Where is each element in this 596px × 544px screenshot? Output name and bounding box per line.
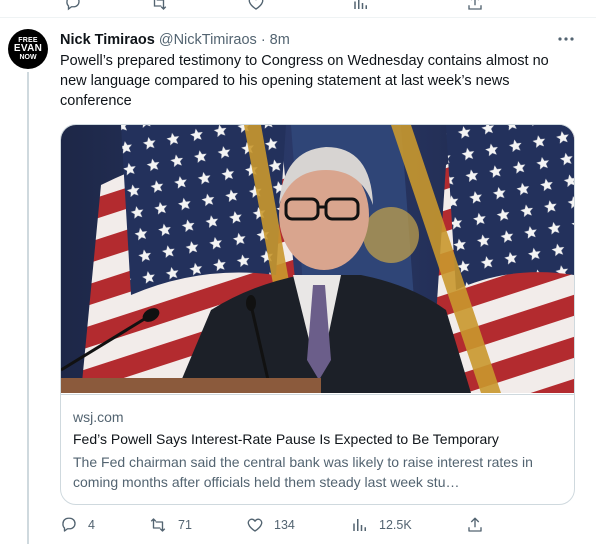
- like-icon: [247, 518, 263, 532]
- share-icon: [468, 517, 482, 532]
- card-meta[interactable]: wsj.com Fed’s Powell Says Interest-Rate …: [61, 394, 574, 504]
- reply-icon: [62, 517, 76, 532]
- previous-views-icon[interactable]: [352, 0, 370, 12]
- previous-retweet-icon[interactable]: [150, 0, 168, 12]
- card-description: The Fed chairman said the central bank w…: [73, 454, 533, 490]
- card-domain: wsj.com: [73, 409, 124, 425]
- previous-tweet-actions: [0, 0, 596, 18]
- retweet-count: 71: [178, 518, 192, 532]
- tweet-timestamp[interactable]: 8m: [270, 32, 290, 48]
- author-handle[interactable]: @NickTimiraos: [159, 32, 257, 48]
- link-card[interactable]: wsj.com Fed’s Powell Says Interest-Rate …: [60, 124, 575, 505]
- card-image[interactable]: [61, 125, 574, 393]
- views-button[interactable]: 12.5K: [351, 512, 412, 538]
- like-button[interactable]: 134: [246, 512, 295, 538]
- tweet-divider: [0, 17, 596, 18]
- thread-line: [27, 72, 29, 544]
- views-count: 12.5K: [379, 518, 412, 532]
- previous-like-icon[interactable]: [247, 0, 265, 12]
- tweet-text: Powell’s prepared testimony to Congress …: [60, 53, 549, 109]
- views-icon: [353, 519, 366, 531]
- retweet-icon: [150, 518, 166, 532]
- retweet-button[interactable]: 71: [148, 512, 192, 538]
- author-name[interactable]: Nick Timiraos: [60, 32, 155, 48]
- separator-dot: ·: [260, 32, 266, 48]
- more-icon: [558, 37, 574, 41]
- tweet-actions: 4 71 134 12.5K: [60, 512, 490, 538]
- tweet-header: Nick Timiraos @NickTimiraos · 8m: [60, 31, 290, 49]
- previous-reply-icon[interactable]: [64, 0, 82, 12]
- reply-button[interactable]: 4: [60, 512, 95, 538]
- avatar[interactable]: FREE EVAN NOW: [8, 29, 48, 69]
- avatar-text-line: NOW: [19, 54, 37, 61]
- previous-share-icon[interactable]: [466, 0, 484, 12]
- card-title: Fed’s Powell Says Interest-Rate Pause Is…: [73, 431, 499, 447]
- more-button[interactable]: [555, 29, 577, 49]
- share-button[interactable]: [466, 512, 484, 538]
- reply-count: 4: [88, 518, 95, 532]
- avatar-text-line: EVAN: [13, 43, 43, 54]
- like-count: 134: [274, 518, 295, 532]
